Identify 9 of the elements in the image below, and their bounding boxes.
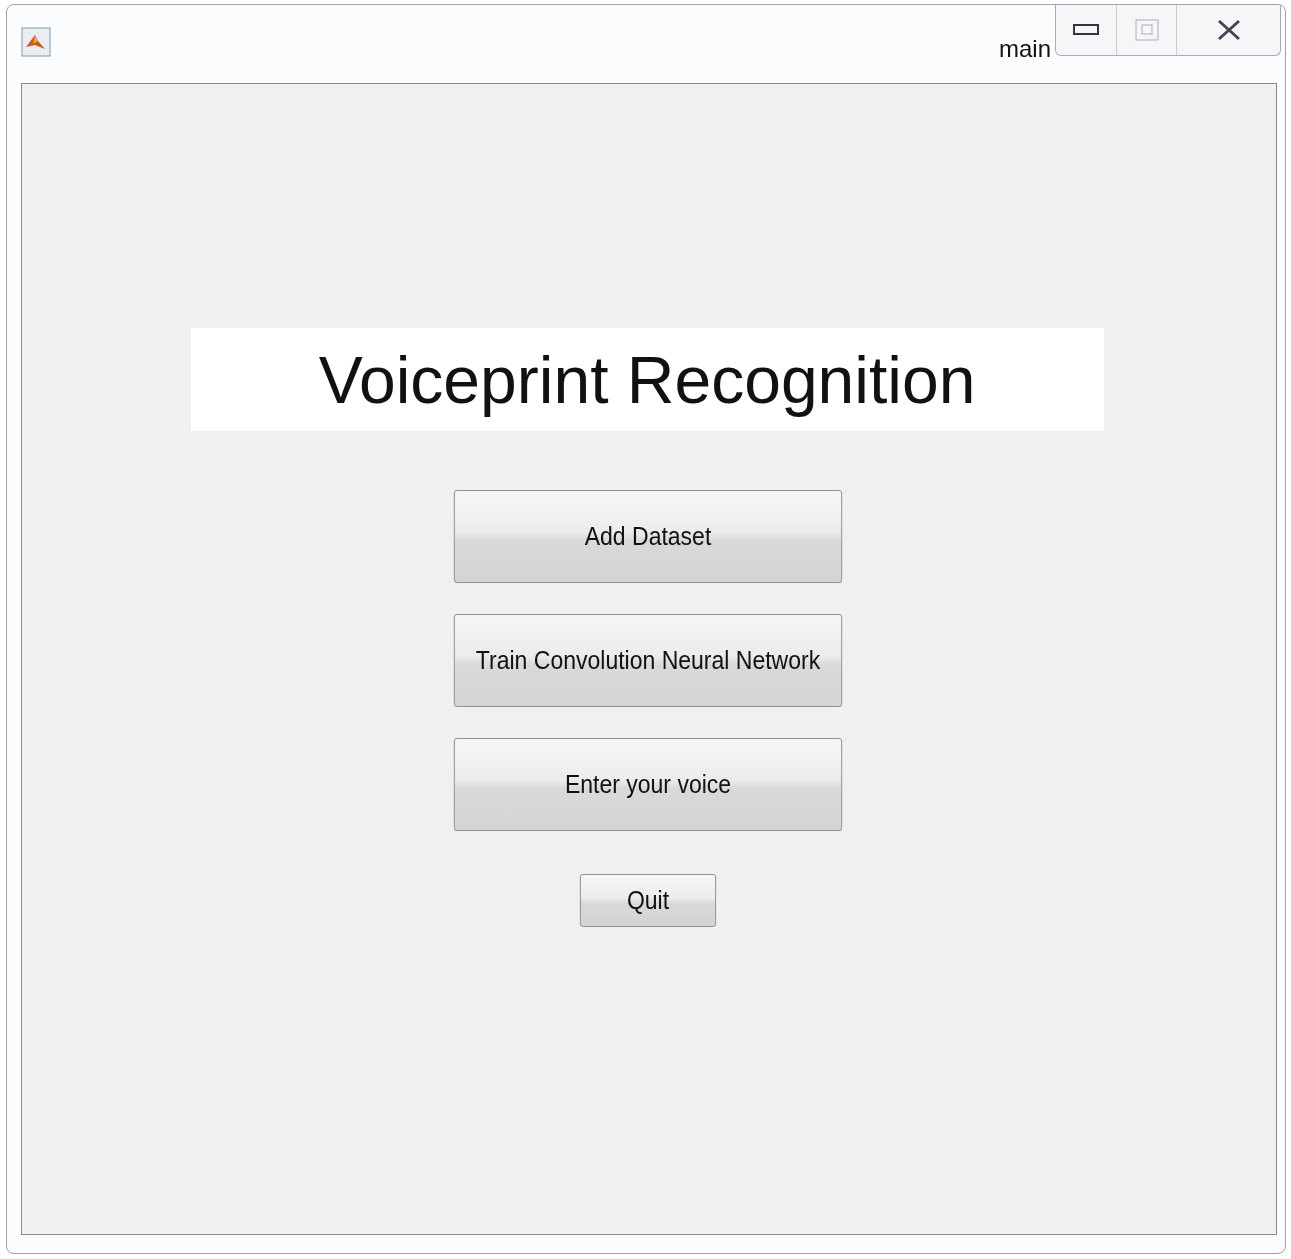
app-heading: Voiceprint Recognition <box>190 328 1104 431</box>
close-icon[interactable] <box>1215 18 1242 42</box>
action-button[interactable]: Add Dataset <box>453 490 843 583</box>
window-title: main <box>998 35 1051 63</box>
app-icon <box>21 27 51 57</box>
action-button[interactable]: Train Convolution Neural Network <box>453 614 843 707</box>
action-button[interactable]: Enter your voice <box>453 738 843 831</box>
quit-button[interactable]: Quit <box>579 874 717 927</box>
minimize-icon[interactable] <box>1073 24 1099 36</box>
